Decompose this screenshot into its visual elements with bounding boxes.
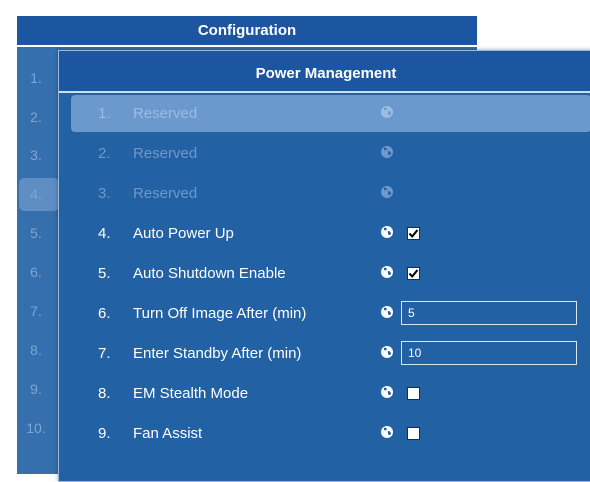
menu-row-turn-off-image-after[interactable]: 6. Turn Off Image After (min) 5 (71, 295, 590, 332)
menu-row-enter-standby-after[interactable]: 7. Enter Standby After (min) 10 (71, 335, 590, 372)
menu-row-reserved-2[interactable]: 2. Reserved (71, 135, 590, 172)
globe-icon[interactable] (380, 265, 394, 279)
config-row-number[interactable]: 5. (17, 218, 55, 248)
globe-icon (381, 186, 393, 198)
globe-icon[interactable] (380, 225, 394, 239)
row-label: Reserved (133, 105, 198, 122)
configuration-title: Configuration (17, 16, 477, 47)
row-label: Fan Assist (133, 425, 203, 442)
row-number: 3. (98, 185, 111, 202)
row-label: Turn Off Image After (min) (133, 305, 307, 322)
globe-icon[interactable] (380, 385, 394, 399)
menu-row-reserved-3[interactable]: 3. Reserved (71, 175, 590, 212)
globe-icon (381, 146, 393, 158)
fan-assist-checkbox[interactable] (407, 427, 420, 440)
enter-standby-after-input[interactable]: 10 (401, 341, 577, 365)
row-number: 2. (98, 145, 111, 162)
config-row-number[interactable]: 9. (17, 374, 55, 404)
row-number: 8. (98, 385, 111, 402)
row-number: 4. (98, 225, 111, 242)
config-row-number[interactable]: 2. (17, 102, 55, 132)
globe-icon[interactable] (380, 345, 394, 359)
power-management-title: Power Management (59, 51, 590, 93)
row-number: 6. (98, 305, 111, 322)
config-row-number[interactable]: 7. (17, 296, 55, 326)
menu-row-em-stealth-mode[interactable]: 8. EM Stealth Mode (71, 375, 590, 412)
globe-icon[interactable] (380, 305, 394, 319)
config-row-number[interactable]: 10. (17, 413, 55, 443)
row-label: EM Stealth Mode (133, 385, 249, 402)
row-label: Enter Standby After (min) (133, 345, 302, 362)
row-number: 7. (98, 345, 111, 362)
globe-icon (381, 106, 393, 118)
auto-shutdown-enable-checkbox[interactable] (407, 267, 420, 280)
row-number: 5. (98, 265, 111, 282)
menu-row-auto-shutdown-enable[interactable]: 5. Auto Shutdown Enable (71, 255, 590, 292)
globe-icon[interactable] (380, 425, 394, 439)
power-management-dialog: Power Management 1. Reserved 2. Reserved… (58, 50, 590, 482)
row-number: 9. (98, 425, 111, 442)
row-label: Auto Power Up (133, 225, 234, 242)
menu-row-reserved-1[interactable]: 1. Reserved (71, 95, 590, 132)
config-row-number[interactable]: 8. (17, 335, 55, 365)
config-row-number[interactable]: 4. (17, 179, 55, 209)
menu-row-auto-power-up[interactable]: 4. Auto Power Up (71, 215, 590, 252)
menu-row-fan-assist[interactable]: 9. Fan Assist (71, 415, 590, 452)
config-row-number[interactable]: 3. (17, 140, 55, 170)
checkmark-icon (408, 269, 419, 279)
auto-power-up-checkbox[interactable] (407, 227, 420, 240)
row-label: Auto Shutdown Enable (133, 265, 286, 282)
row-number: 1. (98, 105, 111, 122)
checkmark-icon (408, 229, 419, 239)
config-row-number[interactable]: 6. (17, 257, 55, 287)
row-label: Reserved (133, 145, 198, 162)
turn-off-image-after-input[interactable]: 5 (401, 301, 577, 325)
config-row-number[interactable]: 1. (17, 63, 55, 93)
row-label: Reserved (133, 185, 198, 202)
em-stealth-mode-checkbox[interactable] (407, 387, 420, 400)
